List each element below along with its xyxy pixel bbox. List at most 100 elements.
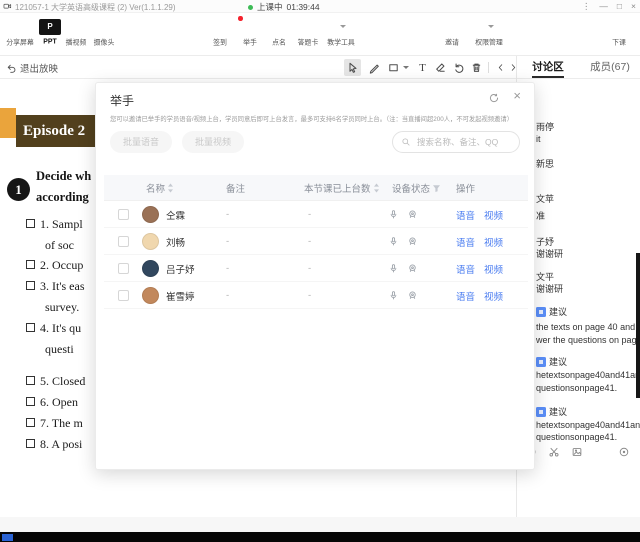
row-checkbox[interactable] [118,209,129,220]
member-tag-icon [536,357,546,367]
search-box[interactable] [392,131,520,153]
slide-list-item: of soc [45,238,74,253]
panel-tabs: 讨论区 成员(67) [517,56,640,79]
raise-hand-modal: 举手 × 您可以邀请已举手的学员语音/视频上台，学员同意后即可上台发言，最多可支… [95,82,535,470]
video-invite-link[interactable]: 视频 [484,282,503,309]
chat-scrollbar[interactable] [636,253,640,398]
modal-title: 举手 [110,92,134,109]
video-invite-link[interactable]: 视频 [484,255,503,282]
column-name[interactable]: 名称 [146,175,174,201]
window-menu-button[interactable]: ⋮ [582,0,591,13]
chat-line: 文苹 [536,192,554,205]
taskbar-app-square[interactable] [2,534,13,541]
video-invite-link[interactable]: 视频 [484,201,503,228]
slide-list-item: 3. It's eas [26,279,84,294]
column-device-status[interactable]: 设备状态 [392,175,441,201]
student-name: 崔雪婷 [166,282,195,309]
exit-presentation-button[interactable]: 退出放映 [6,61,58,75]
column-stage-count[interactable]: 本节课已上台数 [304,175,380,201]
student-name: 吕子妤 [166,255,195,282]
stage-count: - [308,228,311,255]
trash-button[interactable] [468,59,485,76]
video-invite-link[interactable]: 视频 [484,228,503,255]
stage-count: - [308,255,311,282]
invite-button[interactable]: 邀请 [434,18,470,48]
member-tag-icon [536,407,546,417]
voice-invite-link[interactable]: 语音 [456,255,475,282]
chat-line: the texts on page 40 and 41 an [536,322,640,332]
filter-icon[interactable] [432,184,441,193]
slide-list-item: 8. A posi [26,437,82,452]
camera-status-icon [407,282,418,309]
student-note: - [226,201,229,228]
eraser-tool-button[interactable] [432,59,449,76]
undo-button[interactable] [450,59,467,76]
exit-arrow-icon [6,63,17,74]
pencil-tool-button[interactable] [366,59,383,76]
chat-line: hetextsonpage40and41andansw [536,370,640,380]
refresh-icon[interactable] [488,92,500,104]
chat-line: 新思 [536,157,554,170]
slide-list-item: survey. [45,300,79,315]
tab-members[interactable]: 成员(67) [579,56,640,78]
modal-description: 您可以邀请已举手的学员语音/视频上台，学员同意后即可上台发言，最多可支持6名学员… [110,114,524,123]
window-maximize-button[interactable]: □ [617,0,622,13]
chat-line: questionsonpage41. [536,383,617,393]
student-table: 仝霖 - - 语音 视频 刘畅 - - 语音 [104,201,528,309]
chat-message-list[interactable]: 雨停 it 新思 文苹 [517,79,640,446]
mic-icon [388,201,399,228]
voice-invite-link[interactable]: 语音 [456,228,475,255]
window-minimize-button[interactable]: — [599,0,608,13]
live-status-dot [248,5,253,10]
batch-voice-button[interactable]: 批量语音 [110,131,172,153]
teaching-tools-button[interactable]: 教学工具 [318,18,364,48]
student-note: - [226,228,229,255]
row-checkbox[interactable] [118,263,129,274]
live-status-label: 上课中 [257,1,283,13]
table-header: 名称 备注 本节课已上台数 设备状态 操作 [104,175,528,201]
screenshot-scissors-icon[interactable] [548,446,560,458]
row-checkbox[interactable] [118,290,129,301]
camera-status-icon [407,228,418,255]
window-close-button[interactable]: × [631,0,636,13]
slide-bullet-number: 1 [7,178,30,201]
slide-list-item: 6. Open [26,395,78,410]
student-name: 仝霖 [166,201,185,228]
text-tool-button[interactable]: T [414,59,431,76]
voice-invite-link[interactable]: 语音 [456,201,475,228]
search-input[interactable] [415,136,511,148]
slide-banner-gold-block [0,108,16,138]
chat-line: hetextsonpage40and41andansw [536,420,640,430]
camera-button[interactable]: 摄像头 [86,18,122,48]
checkbox-glyph [26,219,35,228]
table-row: 吕子妤 - - 语音 视频 [104,255,528,282]
chat-line: 谢谢研 [536,247,563,260]
mic-icon [388,282,399,309]
shape-tool-button[interactable] [386,59,410,76]
app-logo-camera-icon [3,2,12,11]
checkbox-glyph [26,323,35,332]
image-icon[interactable] [571,446,583,458]
slide-list-item: 1. Sampl [26,217,83,232]
checkbox-glyph [26,397,35,406]
chat-settings-icon[interactable] [618,446,630,458]
camera-status-icon [407,201,418,228]
voice-invite-link[interactable]: 语音 [456,282,475,309]
avatar [142,260,159,277]
checkbox-glyph [26,418,35,427]
chat-line: wer the questions on page 41. [536,335,640,345]
pointer-tool-button[interactable] [344,59,361,76]
chat-line: 建议 [536,305,567,318]
tab-discussion[interactable]: 讨论区 [517,56,579,78]
close-icon[interactable]: × [513,88,521,104]
sort-icon[interactable] [167,183,174,193]
checkbox-glyph [26,281,35,290]
slide-list-item: 4. It's qu [26,321,81,336]
row-checkbox[interactable] [118,236,129,247]
table-row: 刘畅 - - 语音 视频 [104,228,528,255]
stage-count: - [308,282,311,309]
class-end-button[interactable]: 下课 [601,18,637,48]
sort-icon[interactable] [373,183,380,193]
permission-manage-button[interactable]: 权限管理 [466,18,512,48]
batch-video-button[interactable]: 批量视频 [182,131,244,153]
